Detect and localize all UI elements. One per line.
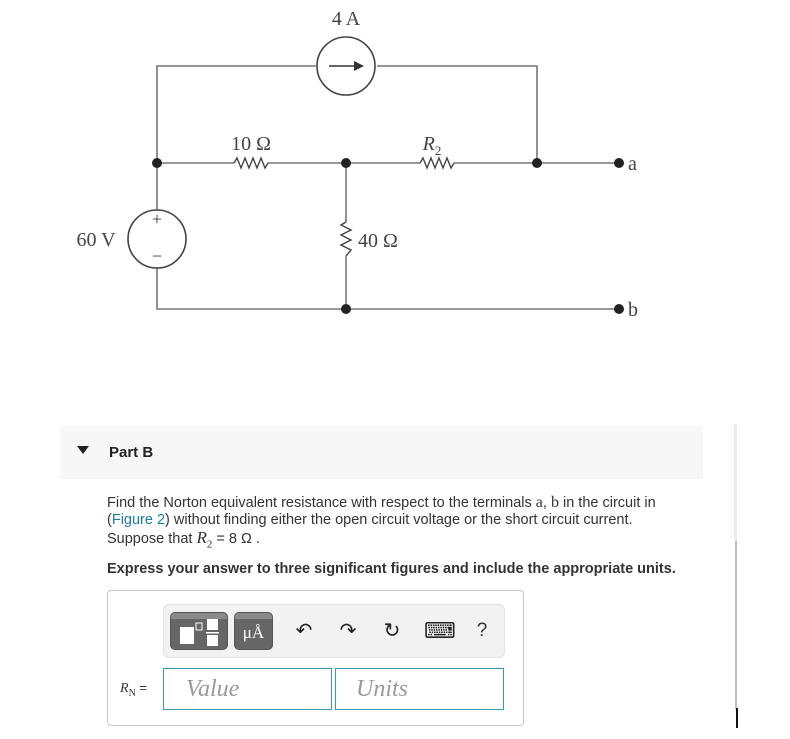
resistor-r2 <box>419 156 455 170</box>
node <box>532 158 542 168</box>
redo-icon[interactable]: ↷ <box>334 615 362 647</box>
plus-sign: + <box>152 209 162 229</box>
value-input[interactable] <box>163 668 332 710</box>
terminal-b-math: b <box>550 494 559 511</box>
answer-box: μÅ ↶ ↷ ↻ ⌨ ? RN = <box>107 590 524 726</box>
node <box>341 304 351 314</box>
current-source-label: 4 A <box>332 8 361 30</box>
figure-link[interactable]: Figure 2 <box>112 512 165 528</box>
comma: , <box>542 495 551 511</box>
terminal-a-dot <box>614 158 624 168</box>
resistor-10-label: 10 Ω <box>231 133 271 155</box>
caret-down-icon[interactable] <box>77 446 89 454</box>
templates-button[interactable] <box>170 612 228 650</box>
question-text-2: in the circuit in <box>558 495 656 511</box>
terminal-a-math: a <box>535 494 543 511</box>
scrollbar-thumb[interactable] <box>735 541 737 709</box>
terminal-a-label: a <box>628 153 637 175</box>
question-text-1: Find the Norton equivalent resistance wi… <box>107 495 536 511</box>
terminal-b-label: b <box>628 299 638 321</box>
units-button[interactable]: μÅ <box>234 612 273 650</box>
rn-label: RN = <box>120 680 148 699</box>
reset-icon[interactable]: ↻ <box>378 615 406 647</box>
terminal-b-dot <box>614 304 624 314</box>
undo-icon[interactable]: ↶ <box>290 615 318 647</box>
units-input[interactable] <box>335 668 504 710</box>
scrollbar-track[interactable] <box>734 424 737 541</box>
keyboard-icon[interactable]: ⌨ <box>424 615 456 647</box>
resistor-40-ohm <box>339 221 353 257</box>
circuit-diagram: + − 4 A 60 V 10 Ω R2 40 Ω a b <box>76 8 638 321</box>
question-text-3: ) without finding either the open circui… <box>165 512 633 528</box>
minus-sign: − <box>152 246 162 266</box>
question-text-5: = 8 Ω . <box>212 531 260 547</box>
text-cursor <box>736 708 738 728</box>
node <box>341 158 351 168</box>
part-b-header[interactable]: Part B <box>60 426 703 479</box>
resistor-r2-label: R2 <box>422 133 442 158</box>
circuit-figure: + − 4 A 60 V 10 Ω R2 40 Ω a b <box>0 0 790 340</box>
resistor-10-ohm <box>233 156 269 170</box>
resistor-40-label: 40 Ω <box>358 230 398 252</box>
voltage-source-label: 60 V <box>76 229 116 251</box>
help-icon[interactable]: ? <box>468 615 496 647</box>
r2-var: R2 <box>196 528 213 551</box>
instruction-text: Express your answer to three significant… <box>107 561 676 577</box>
part-title: Part B <box>109 444 154 461</box>
wire-top-right <box>377 65 538 163</box>
node <box>152 158 162 168</box>
question-text-4: Suppose that <box>107 531 197 547</box>
wire-bottom <box>156 268 615 310</box>
templates-icon <box>180 619 219 646</box>
question-text: Find the Norton equivalent resistance wi… <box>107 494 707 553</box>
math-toolbar: μÅ ↶ ↷ ↻ ⌨ ? <box>163 604 505 658</box>
